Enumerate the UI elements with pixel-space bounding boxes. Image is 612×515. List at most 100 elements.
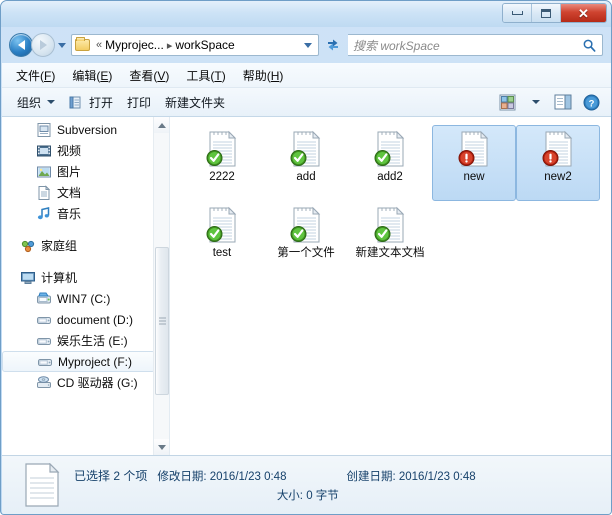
file-tile[interactable]: test (180, 201, 264, 277)
organize-button[interactable]: 组织 (10, 91, 62, 114)
maximize-button[interactable] (532, 4, 561, 22)
sidebar-item-2[interactable]: 图片 (2, 161, 169, 182)
file-icon (374, 130, 406, 168)
folder-icon (75, 37, 90, 51)
menu-file[interactable]: 文件(F) (16, 67, 55, 84)
print-button[interactable]: 打印 (120, 91, 158, 114)
sidebar-item-label: 音乐 (57, 207, 82, 221)
title-bar: ✕ (1, 1, 611, 27)
open-button[interactable]: 打开 (62, 91, 120, 114)
chevron-down-icon (304, 42, 312, 48)
menu-bar: 文件(F) 编辑(E) 查看(V) 工具(T) 帮助(H) (2, 63, 611, 88)
sidebar-item-10[interactable]: Myproject (F:) (2, 351, 155, 372)
view-dropdown-button[interactable] (522, 91, 548, 113)
sidebar-item-7[interactable]: WIN7 (C:) (2, 288, 169, 309)
text-file-icon (290, 206, 321, 243)
file-tile[interactable]: new (432, 125, 516, 201)
sidebar-item-4[interactable]: 音乐 (2, 203, 169, 224)
close-button[interactable]: ✕ (561, 4, 606, 22)
svn-modified-badge-icon (542, 150, 559, 166)
computer-icon (21, 271, 35, 284)
modified-date: 修改日期: 2016/1/23 0:48 (157, 471, 287, 483)
created-date: 创建日期: 2016/1/23 0:48 (346, 471, 476, 483)
breadcrumb-separator-icon: ▸ (166, 39, 173, 52)
search-icon (583, 39, 596, 52)
print-label: 打印 (127, 95, 152, 110)
file-tile[interactable]: new2 (516, 125, 600, 201)
file-list-pane[interactable]: 2222 add add2 new new2 test 第一个文件 新建文本文档 (170, 117, 611, 455)
text-file-icon (458, 130, 489, 167)
text-file-icon (374, 130, 405, 167)
sidebar-scrollbar[interactable] (153, 117, 169, 455)
preview-pane-button[interactable] (550, 91, 576, 113)
file-tile[interactable]: 新建文本文档 (348, 201, 432, 277)
file-tile[interactable]: add (264, 125, 348, 201)
sidebar-item-3[interactable]: 文档 (2, 182, 169, 203)
breadcrumb-path[interactable]: « Myprojec... ▸ workSpace (71, 34, 319, 56)
file-type-icon (25, 463, 60, 507)
window-controls: ✕ (502, 3, 607, 23)
search-box[interactable]: 搜索 workSpace (348, 34, 603, 56)
scroll-up-button[interactable] (154, 117, 169, 133)
nav-group-spacer (2, 256, 169, 267)
history-dropdown-button[interactable] (55, 34, 69, 56)
sidebar-item-6[interactable]: 计算机 (2, 267, 169, 288)
minimize-icon (511, 11, 523, 15)
sidebar-item-0[interactable]: Subversion (2, 119, 169, 140)
search-input[interactable]: 搜索 workSpace (353, 37, 582, 54)
sidebar-item-8[interactable]: document (D:) (2, 309, 169, 330)
refresh-button[interactable] (322, 34, 344, 56)
scrollbar-thumb[interactable] (155, 247, 169, 395)
sidebar-item-label: 计算机 (41, 271, 78, 285)
sidebar-item-label: CD 驱动器 (G:) (57, 376, 138, 390)
explorer-body: Subversion 视频 图片 文档音乐家庭组计算机 WIN7 (C:) documen… (2, 117, 611, 455)
help-button[interactable]: ? (578, 91, 604, 113)
breadcrumb-parent[interactable]: Myprojec... (105, 38, 164, 52)
system-drive-icon (37, 292, 51, 303)
breadcrumb-current[interactable]: workSpace (175, 38, 234, 52)
sidebar-item-label: WIN7 (C:) (57, 291, 111, 306)
drive-icon (38, 358, 52, 366)
scroll-down-button[interactable] (154, 439, 169, 455)
sidebar-item-1[interactable]: 视频 (2, 140, 169, 161)
breadcrumb-overflow[interactable]: « (96, 39, 102, 51)
change-view-button[interactable] (494, 91, 520, 113)
file-icon (542, 130, 574, 168)
text-file-icon (206, 130, 237, 167)
chevron-down-icon (157, 444, 166, 450)
svn-committed-badge-icon (206, 226, 223, 242)
path-dropdown-button[interactable] (301, 42, 315, 48)
sidebar-item-5[interactable]: 家庭组 (2, 235, 169, 256)
file-tile[interactable]: add2 (348, 125, 432, 201)
text-file-icon (290, 130, 321, 167)
sidebar-item-label: Myproject (F:) (58, 354, 133, 369)
chevron-down-icon (58, 42, 66, 48)
refresh-icon (328, 39, 338, 51)
view-mode-icon (499, 94, 515, 110)
file-tile[interactable]: 2222 (180, 125, 264, 201)
address-bar: « Myprojec... ▸ workSpace 搜索 workSpace (1, 27, 611, 63)
menu-tools[interactable]: 工具(T) (186, 67, 225, 84)
music-icon (37, 206, 50, 219)
minimize-button[interactable] (503, 4, 532, 22)
svn-committed-badge-icon (374, 150, 391, 166)
svn-committed-badge-icon (290, 150, 307, 166)
sidebar-item-label: document (D:) (57, 312, 134, 327)
forward-button[interactable] (31, 33, 55, 57)
menu-view[interactable]: 查看(V) (129, 67, 169, 84)
selection-size: 大小: 0 字节 (276, 490, 339, 502)
menu-help[interactable]: 帮助(H) (243, 67, 284, 84)
sidebar-item-label: 娱乐生活 (E:) (57, 334, 128, 348)
file-name-label: 第一个文件 (277, 247, 335, 259)
back-button[interactable] (9, 33, 33, 57)
cd-drive-icon (37, 375, 51, 388)
details-row-primary: 已选择 2 个项 修改日期: 2016/1/23 0:48 创建日期: 2016… (74, 467, 476, 484)
file-tile[interactable]: 第一个文件 (264, 201, 348, 277)
sidebar-item-11[interactable]: CD 驱动器 (G:) (2, 372, 169, 393)
menu-edit[interactable]: 编辑(E) (72, 67, 112, 84)
file-icon (374, 206, 406, 244)
homegroup-icon (21, 240, 35, 252)
sidebar-item-9[interactable]: 娱乐生活 (E:) (2, 330, 169, 351)
file-icon (290, 130, 322, 168)
new-folder-button[interactable]: 新建文件夹 (158, 91, 232, 114)
